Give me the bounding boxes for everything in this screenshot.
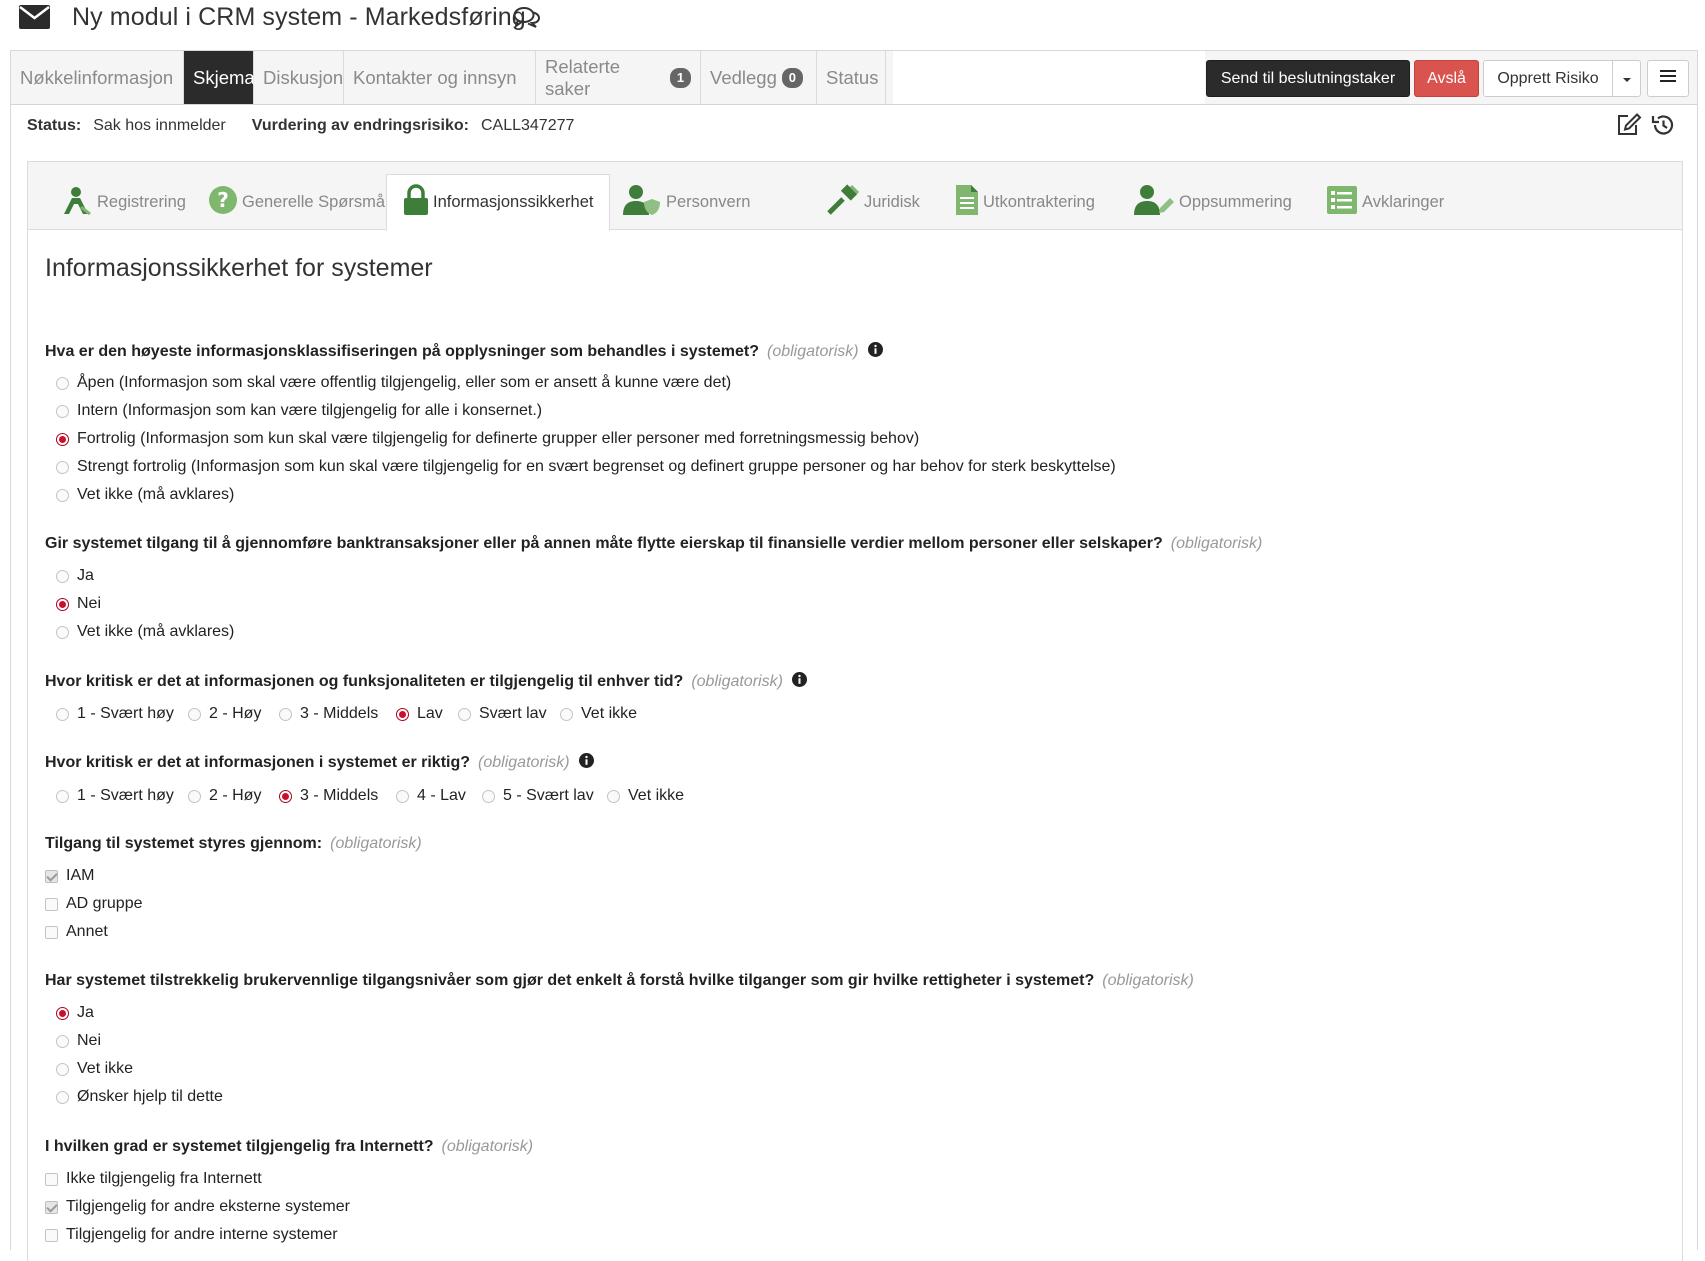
status-actions xyxy=(1616,113,1676,142)
radio-option[interactable]: 3 - Middels xyxy=(279,787,378,805)
subtab-generelle-sporsmal[interactable]: ? Generelle Spørsmål xyxy=(208,174,389,230)
menu-button[interactable] xyxy=(1647,60,1689,97)
gavel-icon xyxy=(826,183,864,221)
form-panel: Registrering ? Generelle Spørsmål Inform… xyxy=(27,161,1683,1261)
subtab-juridisk[interactable]: Juridisk xyxy=(826,174,920,230)
checkbox-option[interactable]: Tilgjengelig for andre eksterne systemer xyxy=(45,1198,350,1216)
status-value: Sak hos innmelder xyxy=(93,117,226,134)
radio-option[interactable]: 3 - Middels xyxy=(279,705,378,723)
radio-option[interactable]: Vet ikke (må avklares) xyxy=(56,623,234,641)
radio-option[interactable]: 5 - Svært lav xyxy=(482,787,594,805)
required-hint: (obligatorisk) xyxy=(1170,535,1263,552)
subtab-registrering[interactable]: Registrering xyxy=(61,174,186,230)
count-badge: 0 xyxy=(781,67,803,88)
required-hint: (obligatorisk) xyxy=(330,835,422,852)
tab-kontakter-og-innsyn[interactable]: Kontakter og innsyn xyxy=(344,51,536,104)
envelope-icon xyxy=(18,4,51,36)
status-label: Status: xyxy=(27,117,82,134)
required-hint: (obligatorisk) xyxy=(441,1138,534,1155)
radio-option[interactable]: Ja xyxy=(56,567,94,585)
create-risk-button[interactable]: Opprett Risiko xyxy=(1483,60,1613,97)
info-icon[interactable] xyxy=(791,672,807,692)
required-hint: (obligatorisk) xyxy=(691,673,783,690)
radio-option[interactable]: Svært lav xyxy=(458,705,547,723)
radio-option[interactable]: 2 - Høy xyxy=(188,705,261,723)
radio-option[interactable]: Vet ikke (må avklares) xyxy=(56,486,234,504)
radio-option[interactable]: Vet ikke xyxy=(560,705,637,723)
tab-diskusjon[interactable]: Diskusjon xyxy=(254,51,344,104)
form-title: Informasjonssikkerhet for systemer xyxy=(45,254,433,282)
required-hint: (obligatorisk) xyxy=(1102,972,1194,989)
radio-option[interactable]: Lav xyxy=(396,705,443,723)
info-icon[interactable] xyxy=(867,342,883,362)
subtab-avklaringer[interactable]: Avklaringer xyxy=(1326,174,1444,230)
risk-assessment-label: Vurdering av endringsrisiko: xyxy=(251,117,469,134)
checkbox-option[interactable]: Annet xyxy=(45,923,108,941)
user-shield-icon xyxy=(622,184,666,221)
radio-option[interactable]: Vet ikke xyxy=(607,787,684,805)
send-to-decision-maker-button[interactable]: Send til beslutningstaker xyxy=(1206,60,1410,97)
list-icon xyxy=(1326,185,1362,220)
tab-vedlegg[interactable]: Vedlegg 0 xyxy=(701,51,817,104)
radio-option[interactable]: Fortrolig (Informasjon som kun skal være… xyxy=(56,430,919,448)
toolbar-spacer xyxy=(893,51,1205,104)
info-icon[interactable] xyxy=(578,753,594,773)
radio-option[interactable]: 1 - Svært høy xyxy=(56,705,174,723)
required-hint: (obligatorisk) xyxy=(767,343,859,360)
question-access-levels: Har systemet tilstrekkelig brukervennlig… xyxy=(45,972,1194,989)
tab-nokkelinformasjon[interactable]: Nøkkelinformasjon xyxy=(11,51,184,104)
radio-option[interactable]: 2 - Høy xyxy=(188,787,261,805)
radio-option[interactable]: Åpen (Informasjon som skal være offentli… xyxy=(56,374,731,392)
question-integrity: Hvor kritisk er det at informasjonen i s… xyxy=(45,753,594,773)
comments-icon[interactable] xyxy=(513,6,541,35)
tab-skjema[interactable]: Skjema xyxy=(184,51,255,104)
hamburger-icon xyxy=(1660,69,1676,88)
checkbox-option[interactable]: Tilgjengelig for andre interne systemer xyxy=(45,1226,338,1244)
gavel-user-icon xyxy=(61,185,97,220)
page-title: Ny modul i CRM system - Markedsføring xyxy=(72,3,526,31)
title-bar: Ny modul i CRM system - Markedsføring xyxy=(0,0,1705,40)
main-panel: Nøkkelinformasjon Skjema Diskusjon Konta… xyxy=(10,50,1698,1261)
radio-option[interactable]: Intern (Informasjon som kan være tilgjen… xyxy=(56,402,542,420)
form-section-tabs: Registrering ? Generelle Spørsmål Inform… xyxy=(28,162,1682,231)
radio-option[interactable]: Strengt fortrolig (Informasjon som kun s… xyxy=(56,458,1116,476)
count-badge: 1 xyxy=(670,67,691,88)
top-nav: Nøkkelinformasjon Skjema Diskusjon Konta… xyxy=(11,51,1697,105)
radio-option[interactable]: Nei xyxy=(56,595,101,613)
radio-option[interactable]: Ønsker hjelp til dette xyxy=(56,1088,223,1106)
history-icon[interactable] xyxy=(1650,113,1676,142)
question-circle-icon: ? xyxy=(208,185,242,220)
checkbox-option[interactable]: Ikke tilgjengelig fra Internett xyxy=(45,1170,262,1188)
tab-status[interactable]: Status xyxy=(817,51,886,104)
radio-option[interactable]: 1 - Svært høy xyxy=(56,787,174,805)
radio-option[interactable]: Ja xyxy=(56,1004,94,1022)
question-availability: Hvor kritisk er det at informasjonen og … xyxy=(45,672,807,692)
document-icon xyxy=(955,184,983,221)
edit-icon[interactable] xyxy=(1616,113,1642,142)
required-hint: (obligatorisk) xyxy=(478,754,570,771)
question-bank-transactions: Gir systemet tilgang til å gjennomføre b… xyxy=(45,535,1263,552)
question-classification: Hva er den høyeste informasjonsklassifis… xyxy=(45,342,883,362)
radio-option[interactable]: Vet ikke xyxy=(56,1060,133,1078)
user-edit-icon xyxy=(1133,184,1179,221)
create-risk-dropdown-toggle[interactable] xyxy=(1612,60,1641,97)
radio-option[interactable]: Nei xyxy=(56,1032,101,1050)
question-internet-exposure: I hvilken grad er systemet tilgjengelig … xyxy=(45,1138,534,1155)
subtab-oppsummering[interactable]: Oppsummering xyxy=(1133,174,1292,230)
caret-down-icon xyxy=(1622,70,1632,88)
subtab-utkontraktering[interactable]: Utkontraktering xyxy=(955,174,1095,230)
checkbox-option[interactable]: IAM xyxy=(45,867,94,885)
subtab-personvern[interactable]: Personvern xyxy=(622,174,750,230)
svg-text:?: ? xyxy=(217,188,229,212)
lock-icon xyxy=(403,184,433,221)
checkbox-option[interactable]: AD gruppe xyxy=(45,895,143,913)
risk-assessment-value: CALL347277 xyxy=(480,117,575,134)
radio-option[interactable]: 4 - Lav xyxy=(396,787,466,805)
reject-button[interactable]: Avslå xyxy=(1414,60,1479,97)
subtab-informasjonssikkerhet[interactable]: Informasjonssikkerhet xyxy=(386,174,611,231)
question-access-control: Tilgang til systemet styres gjennom: (obl… xyxy=(45,835,422,852)
status-line: Status: Sak hos innmelder Vurdering av e… xyxy=(27,117,600,135)
tab-relaterte-saker[interactable]: Relaterte saker 1 xyxy=(536,51,701,104)
